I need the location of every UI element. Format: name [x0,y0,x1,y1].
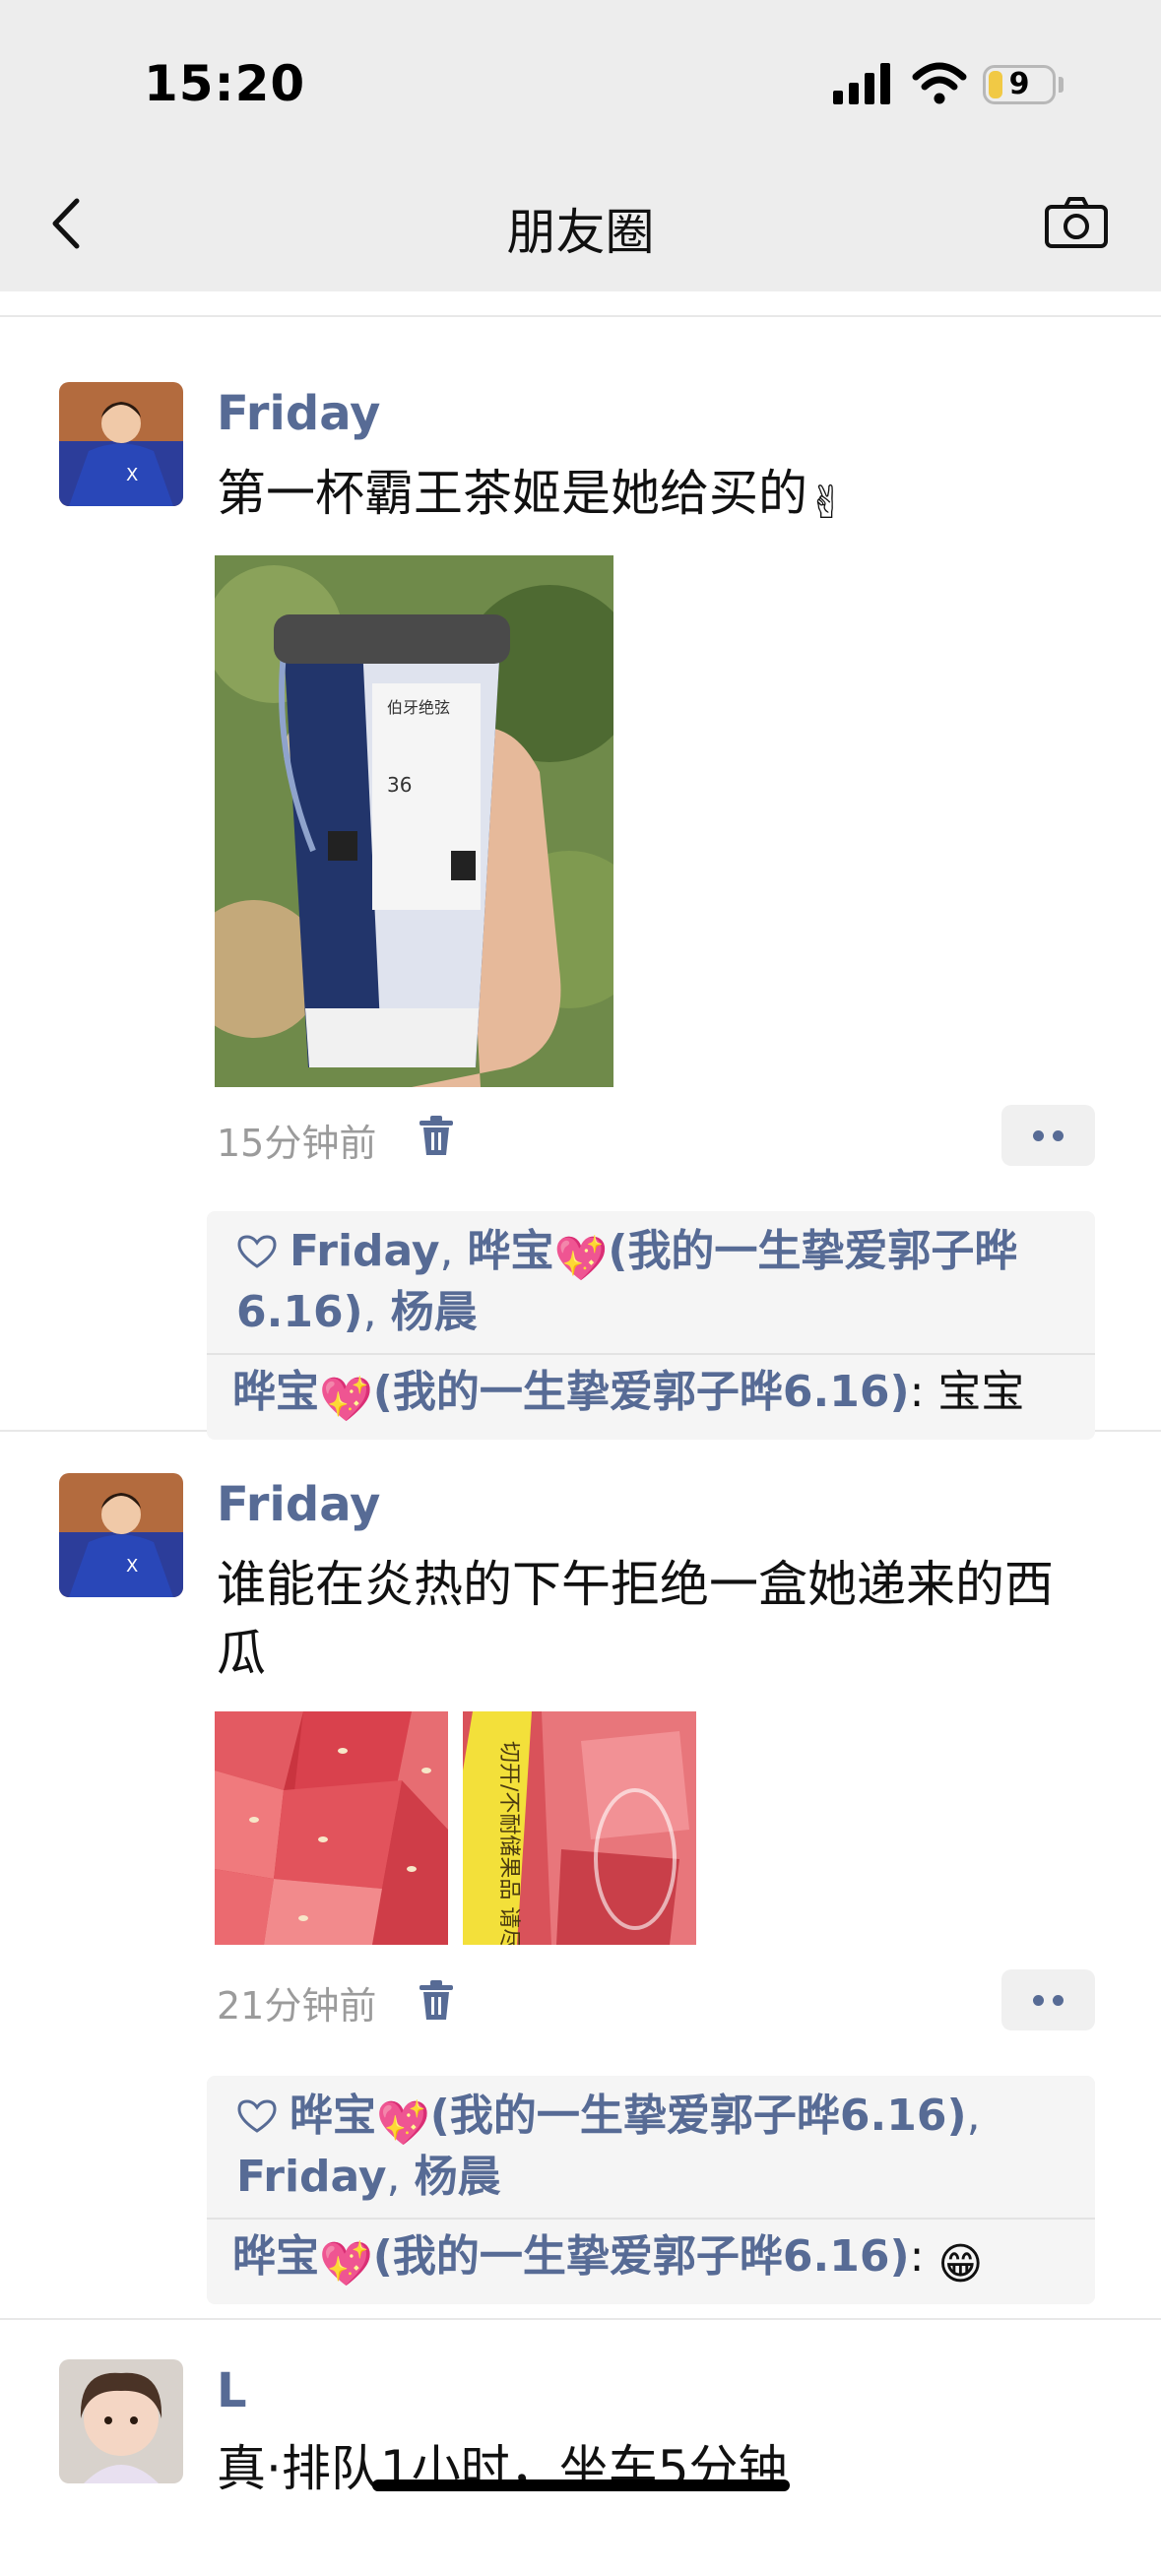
avatar[interactable]: X [59,1473,183,1597]
like-user[interactable]: 晔宝 [468,1226,554,1276]
post-photo[interactable]: 切开/不耐储果品 请尽快食用哟 [463,1711,696,1945]
comment-author[interactable]: 晔宝 [232,1367,319,1417]
status-time: 15:20 [144,55,306,112]
post-author[interactable]: Friday [217,1477,380,1532]
header: 15:20 9 朋友圈 [0,0,1161,291]
sparkling-heart-emoji: 💖 [376,2098,430,2149]
victory-hand-emoji: ✌ [807,476,846,529]
heart-outline-icon [237,2099,277,2133]
sparkling-heart-emoji: 💖 [553,1234,609,1284]
comment-author-suffix[interactable]: (我的一生挚爱郭子晔6.16) [373,2231,910,2282]
page-title: 朋友圈 [506,204,655,261]
post-author[interactable]: L [217,2363,247,2418]
post-text: 谁能在炎热的下午拒绝一盒她递来的西瓜 [217,1556,1054,1682]
moments-feed[interactable]: X Friday 第一杯霸王茶姬是她给买的✌ 伯牙绝弦 36 15分钟前 Fri… [0,291,1161,2576]
grinning-emoji: 😁 [937,2239,984,2289]
more-options-button[interactable] [1001,1105,1095,1166]
comment-author-suffix[interactable]: (我的一生挚爱郭子晔6.16) [373,1367,910,1417]
cellular-signal-icon [833,63,890,104]
svg-text:X: X [126,465,138,485]
like-user[interactable]: Friday [290,1226,440,1276]
comment[interactable]: 晔宝💖(我的一生挚爱郭子晔6.16): 😁 [207,2218,1095,2304]
like-user-suffix[interactable]: (我的一生挚爱郭子晔6.16) [430,2091,967,2141]
interaction-box: 晔宝💖(我的一生挚爱郭子晔6.16), Friday, 杨晨 晔宝💖(我的一生挚… [207,2076,1095,2304]
trash-icon[interactable] [418,1115,455,1156]
post-time: 15分钟前 [217,1122,377,1165]
battery-indicator: 9 [983,65,1056,104]
more-options-button[interactable] [1001,1969,1095,2030]
svg-text:伯牙绝弦: 伯牙绝弦 [387,698,450,717]
comment-author[interactable]: 晔宝 [232,2231,319,2282]
sparkling-heart-emoji: 💖 [319,2239,373,2289]
like-user[interactable]: 杨晨 [415,2152,501,2202]
post-time: 21分钟前 [217,1984,377,2028]
post-photo[interactable] [215,1711,448,1945]
svg-text:X: X [126,1556,138,1577]
camera-icon[interactable] [1044,195,1109,250]
avatar[interactable]: X [59,382,183,506]
home-indicator[interactable] [372,2479,790,2491]
moment-post: L 真·排队1小时，坐车5分钟 [0,2320,1161,2576]
interaction-box: Friday, 晔宝💖(我的一生挚爱郭子晔6.16), 杨晨 晔宝💖(我的一生挚… [207,1211,1095,1440]
sparkling-heart-emoji: 💖 [319,1375,373,1425]
post-text: 第一杯霸王茶姬是她给买的✌ [217,459,1083,537]
moment-post: X Friday 第一杯霸王茶姬是她给买的✌ 伯牙绝弦 36 15分钟前 Fri… [0,317,1161,1440]
like-user[interactable]: Friday [236,2152,387,2202]
photo-label: 切开/不耐储果品 请尽快食用哟 [496,1741,521,1945]
comment[interactable]: 晔宝💖(我的一生挚爱郭子晔6.16): 宝宝 [207,1353,1095,1440]
like-user[interactable]: 杨晨 [391,1287,478,1337]
post-photo[interactable]: 伯牙绝弦 36 [215,555,613,1087]
wifi-icon [912,62,967,104]
svg-text:36: 36 [387,773,412,797]
post-text: 真·排队1小时，坐车5分钟 [217,2440,788,2497]
battery-level: 9 [1008,67,1030,101]
trash-icon[interactable] [418,1979,455,2021]
likes-list: Friday, 晔宝💖(我的一生挚爱郭子晔6.16), 杨晨 [236,1226,1018,1337]
like-user[interactable]: 晔宝 [290,2091,376,2141]
moment-post: X Friday 谁能在炎热的下午拒绝一盒她递来的西瓜 切开/不耐储果品 请尽快… [0,1432,1161,2318]
comment-text: 宝宝 [937,1367,1025,1417]
heart-outline-icon [237,1235,277,1268]
battery-cap [1059,77,1064,93]
post-text-body: 第一杯霸王茶姬是她给买的 [217,465,807,522]
post-author[interactable]: Friday [217,386,380,441]
avatar[interactable] [59,2359,183,2483]
likes-list: 晔宝💖(我的一生挚爱郭子晔6.16), Friday, 杨晨 [236,2091,981,2202]
